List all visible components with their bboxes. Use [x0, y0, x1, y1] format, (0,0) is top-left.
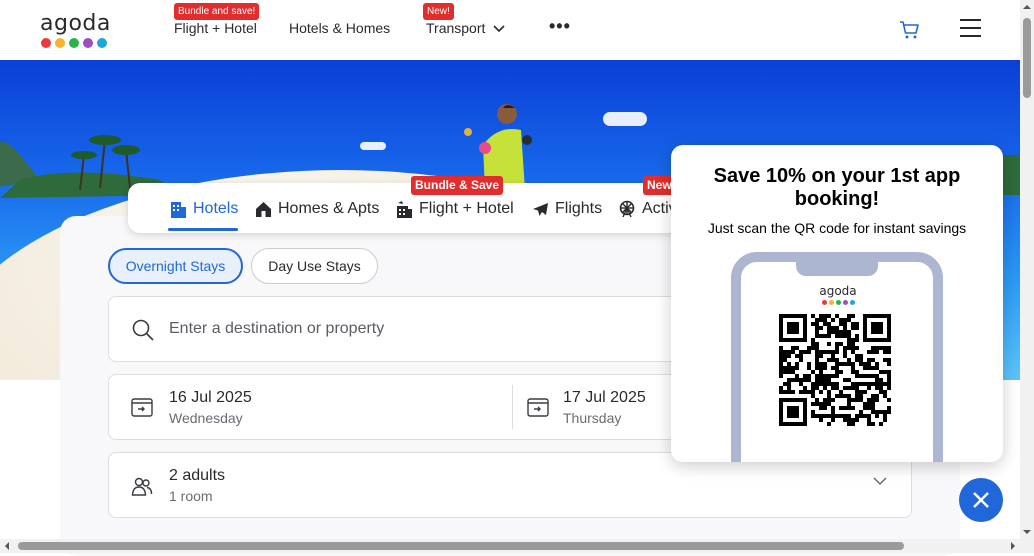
tab-flight-hotel-label: Flight + Hotel [419, 200, 514, 217]
chevron-down-icon [873, 477, 887, 486]
horizontal-scrollbar[interactable] [0, 539, 1020, 553]
overnight-stays-toggle[interactable]: Overnight Stays [108, 248, 243, 284]
occupancy-summary: 2 adults 1 room [169, 467, 225, 504]
phone-agoda-logo: agoda [816, 284, 860, 310]
destination-placeholder: Enter a destination or property [169, 320, 385, 337]
tab-flights-label: Flights [555, 200, 603, 217]
vertical-scrollbar[interactable] [1020, 0, 1034, 553]
logo-text: agoda [40, 11, 111, 36]
tab-activities[interactable]: Activ [618, 200, 677, 218]
check-in-date-value: 16 Jul 2025 [169, 389, 252, 406]
promo-subtitle: Just scan the QR code for instant saving… [707, 220, 967, 236]
logo-dots [41, 38, 107, 48]
check-in-calendar-icon [131, 398, 153, 417]
bundle-badge: Bundle and save! [174, 3, 260, 20]
date-divider [512, 385, 513, 429]
phone-logo-text: agoda [819, 284, 857, 298]
app-promo-popup: Save 10% on your 1st app booking! Just s… [671, 145, 1003, 462]
nav-hotels-homes[interactable]: Hotels & Homes [289, 20, 390, 36]
active-tab-indicator [168, 228, 238, 231]
scroll-down-arrow-icon[interactable] [1020, 525, 1034, 539]
agoda-logo[interactable]: agoda [40, 11, 114, 51]
rooms-count: 1 room [169, 488, 213, 504]
top-navigation: agoda Bundle and save! Flight + Hotel Ho… [0, 0, 1020, 60]
chevron-down-icon [493, 25, 505, 33]
qr-code [779, 314, 891, 426]
home-icon [256, 201, 271, 217]
flight-hotel-icon [397, 201, 412, 218]
promo-title: Save 10% on your 1st app booking! [713, 165, 961, 210]
nav-flight-hotel[interactable]: Flight + Hotel [174, 20, 257, 36]
guests-icon [131, 477, 153, 496]
tab-hotels-label: Hotels [193, 200, 239, 217]
tab-flight-hotel[interactable]: Flight + Hotel [396, 200, 514, 218]
check-out-day: Thursday [563, 410, 622, 426]
scroll-left-arrow-icon[interactable] [0, 539, 14, 553]
tab-flights[interactable]: Flights [532, 200, 602, 218]
tab-homes-apts[interactable]: Homes & Apts [255, 200, 379, 218]
adults-count: 2 adults [169, 467, 226, 484]
destination-input[interactable]: Enter a destination or property [108, 296, 708, 362]
cloud [603, 112, 647, 126]
phone-notch [796, 260, 878, 276]
cart-icon[interactable] [899, 19, 921, 41]
check-out-calendar-icon [527, 398, 549, 417]
scroll-up-arrow-icon[interactable] [1020, 0, 1034, 14]
tab-homes-label: Homes & Apts [278, 200, 380, 217]
check-out-date-value: 17 Jul 2025 [563, 389, 646, 406]
check-in-date[interactable]: 16 Jul 2025 Wednesday [169, 389, 252, 426]
scroll-right-arrow-icon[interactable] [1006, 539, 1020, 553]
search-icon [132, 319, 154, 341]
date-picker[interactable]: 16 Jul 2025 Wednesday 17 Jul 2025 Thursd… [108, 374, 708, 440]
new-badge: New! [423, 3, 454, 20]
cloud [360, 142, 386, 150]
tab-hotels[interactable]: Hotels [170, 200, 238, 218]
phone-mockup: agoda [731, 252, 943, 462]
day-use-stays-toggle[interactable]: Day Use Stays [251, 248, 378, 284]
nav-transport[interactable]: Transport [426, 20, 505, 36]
check-out-date[interactable]: 17 Jul 2025 Thursday [563, 389, 646, 426]
more-menu-button[interactable]: ••• [549, 16, 571, 37]
bundle-save-badge: Bundle & Save [411, 176, 504, 195]
check-in-day: Wednesday [169, 410, 243, 426]
close-icon [973, 492, 989, 508]
horizontal-scroll-thumb[interactable] [18, 542, 904, 550]
plane-icon [533, 202, 548, 216]
hotel-icon [171, 202, 186, 218]
hamburger-menu-icon[interactable] [960, 19, 982, 39]
nav-transport-label: Transport [426, 20, 486, 36]
vertical-scroll-thumb[interactable] [1023, 18, 1031, 98]
close-promo-button[interactable] [959, 478, 1003, 522]
ferris-wheel-icon [619, 200, 635, 218]
